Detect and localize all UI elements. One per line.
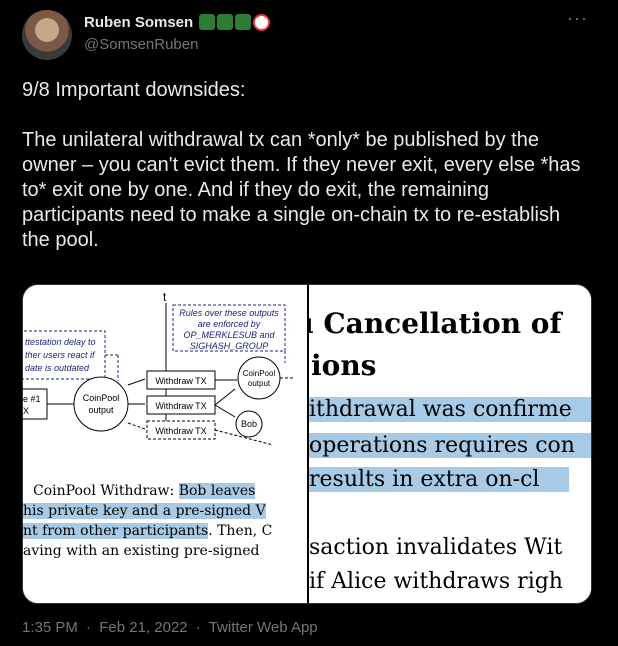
media-image-right[interactable]: ı Cancellation of ions ithdrawal was con… xyxy=(309,285,591,603)
coinpool-diagram: t Rules over these outputs are enforced … xyxy=(23,290,295,446)
rules-note-3: OP_MERKLESUB and xyxy=(183,330,275,340)
tweet-line-1: 9/8 Important downsides: xyxy=(22,79,246,101)
right-heading-1: ı Cancellation of xyxy=(309,307,562,340)
caption-line-3: nt from other participants. Then, C xyxy=(23,523,272,539)
caption-3a: nt from other participants xyxy=(23,523,209,539)
ghost-emoji-icon xyxy=(199,14,216,30)
partial-label-1: e #1 xyxy=(23,394,41,404)
tweet-line-2: The unilateral withdrawal tx can *only* … xyxy=(22,129,581,251)
caption-3b: . Then, C xyxy=(208,523,273,539)
attestation-note-1: ttestation delay to xyxy=(25,337,96,347)
tweet-footer: 1:35 PM · Feb 21, 2022 · Twitter Web App xyxy=(22,619,322,636)
tweet-text: 9/8 Important downsides: The unilateral … xyxy=(22,78,592,253)
bob-label: Bob xyxy=(241,419,257,429)
caption-line-2: his private key and a pre-signed V xyxy=(23,503,266,519)
right-line-3: results in extra on-cl xyxy=(309,467,570,492)
coinpool-output-circle-right xyxy=(237,356,281,400)
caption-line-1: CoinPool Withdraw: Bob leaves xyxy=(33,483,256,499)
rules-note-1: Rules over these outputs xyxy=(179,308,279,318)
footer-separator: · xyxy=(86,619,92,636)
author-name[interactable]: Ruben Somsen xyxy=(84,14,193,31)
more-options-icon[interactable]: ··· xyxy=(567,8,588,29)
withdraw-tx-label-2: Withdraw TX xyxy=(155,401,206,411)
rules-note-4: SIGHASH_GROUP xyxy=(190,341,269,351)
right-heading-1-prefix: ı xyxy=(309,307,314,340)
caption-line-4: aving with an existing pre-signed xyxy=(23,543,260,559)
coinpool-output-label-2: output xyxy=(88,405,114,415)
ghost-emoji-icon xyxy=(235,14,252,30)
attestation-note-2: ther users react if xyxy=(25,350,96,360)
ghost-emoji-icon xyxy=(217,14,234,30)
attestation-note-3: date is outdated xyxy=(25,363,90,373)
author-avatar[interactable] xyxy=(22,10,72,60)
tweet-source[interactable]: Twitter Web App xyxy=(209,619,318,636)
no-bicycle-icon xyxy=(253,14,271,31)
withdraw-tx-label-1: Withdraw TX xyxy=(155,376,206,386)
coinpool-output-right-2: output xyxy=(248,379,271,388)
author-name-row[interactable]: Ruben Somsen xyxy=(84,14,271,31)
coinpool-output-circle xyxy=(73,376,129,432)
footer-separator: · xyxy=(195,619,201,636)
coinpool-output-label-1: CoinPool xyxy=(83,393,120,403)
caption-1b: Bob leaves xyxy=(178,483,256,499)
caption-1a: CoinPool Withdraw: xyxy=(33,483,179,499)
right-line-5: if Alice withdraws righ xyxy=(309,569,563,594)
right-heading-1-text: Cancellation of xyxy=(323,307,562,340)
tweet-date[interactable]: Feb 21, 2022 xyxy=(99,619,187,636)
partial-label-2: X xyxy=(23,406,29,416)
right-line-1: ithdrawal was confirme xyxy=(309,397,591,422)
withdraw-tx-label-3: Withdraw TX xyxy=(155,426,206,436)
rules-note-2: are enforced by xyxy=(198,319,261,329)
media-image-left[interactable]: t Rules over these outputs are enforced … xyxy=(23,285,307,603)
author-handle[interactable]: @SomsenRuben xyxy=(84,36,198,53)
name-emoji-badges xyxy=(199,14,271,31)
tweet-media[interactable]: t Rules over these outputs are enforced … xyxy=(22,284,592,604)
tweet-time[interactable]: 1:35 PM xyxy=(22,619,78,636)
coinpool-output-right-1: CoinPool xyxy=(243,369,276,378)
right-heading-2: ions xyxy=(311,349,377,382)
diagram-axis-t: t xyxy=(163,290,167,304)
right-line-2: operations requires con xyxy=(309,433,591,458)
right-line-4: saction invalidates Wit xyxy=(309,535,563,560)
